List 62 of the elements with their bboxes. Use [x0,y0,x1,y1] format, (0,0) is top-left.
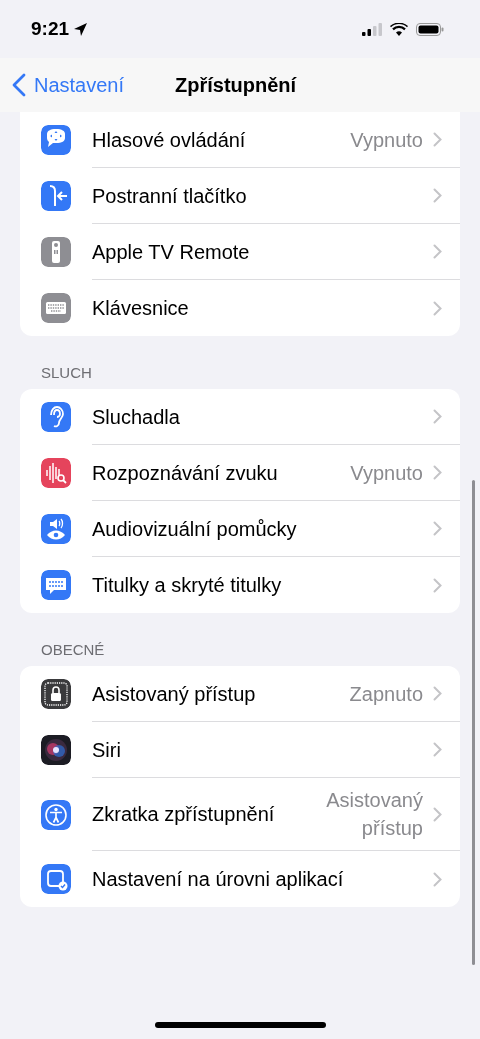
row-value: Zapnuto [349,681,423,707]
battery-icon [416,22,444,36]
settings-row[interactable]: Nastavení na úrovni aplikací [20,851,460,907]
orb-icon [41,735,71,765]
back-button[interactable]: Nastavení [12,73,125,97]
lock-frame-icon [41,679,71,709]
chevron-right-icon [433,742,442,757]
speech-bubble-icon [41,125,71,155]
chevron-right-icon [433,871,442,887]
row-value: Vypnuto [350,127,423,153]
chevron-right-icon [433,244,442,259]
row-label: Klávesnice [92,296,190,321]
settings-row[interactable]: Apple TV Remote [20,224,460,280]
row-label: Nastavení na úrovni aplikací [92,867,345,892]
settings-row[interactable]: Rozpoznávání zvuku Vypnuto [20,445,460,501]
row-value: Asistovaný přístup [325,788,423,841]
settings-row[interactable]: Postranní tlačítko [20,168,460,224]
section-header: SLUCH [40,363,93,383]
caption-bubble-icon [41,570,71,600]
row-label: Titulky a skryté titulky [92,573,283,598]
chevron-right-icon [433,577,442,593]
row-label: Rozpoznávání zvuku [92,460,279,486]
settings-row[interactable]: Titulky a skryté titulky [20,557,460,613]
app-check-icon [41,864,71,894]
settings-row[interactable]: Hlasové ovládání Vypnuto [20,112,460,168]
settings-row[interactable]: Sluchadla [20,389,460,445]
accessibility-icon [41,799,71,830]
settings-row[interactable]: Klávesnice [20,280,460,336]
chevron-right-icon [433,188,442,203]
signal-icon [362,22,382,36]
ear-icon [41,402,71,432]
row-label: Postranní tlačítko [92,183,248,209]
chevron-left-icon [12,73,26,97]
chevron-right-icon [433,686,442,701]
keyboard-icon [41,293,71,323]
status-time: 9:21 [31,18,70,40]
location-arrow-icon [73,21,89,37]
chevron-right-icon [433,521,442,536]
row-label: Apple TV Remote [92,239,251,265]
settings-row[interactable]: Asistovaný přístup Zapnuto [20,666,460,722]
settings-row[interactable]: Audiovizuální pomůcky [20,501,460,557]
settings-row[interactable]: Zkratka zpřístupnění Asistovaný přístup [20,778,460,851]
chevron-right-icon [433,806,442,822]
chevron-right-icon [433,465,442,480]
chevron-right-icon [433,409,442,424]
row-value: Vypnuto [350,460,423,486]
chevron-right-icon [433,132,442,147]
row-label: Siri [92,737,122,763]
row-label: Sluchadla [92,404,181,430]
speaker-eye-icon [41,514,71,544]
remote-icon [41,237,71,267]
settings-row[interactable]: Siri [20,722,460,778]
row-label: Asistovaný přístup [92,681,257,707]
side-button-icon [41,181,71,211]
chevron-right-icon [433,300,442,316]
wifi-icon [390,22,408,36]
row-label: Hlasové ovládání [92,127,247,153]
row-label: Zkratka zpřístupnění [92,802,276,827]
screen-title: Zpřístupnění [175,73,297,97]
section-header: OBECNÉ [40,640,106,660]
waveform-search-icon [41,458,71,488]
row-label: Audiovizuální pomůcky [92,516,298,542]
